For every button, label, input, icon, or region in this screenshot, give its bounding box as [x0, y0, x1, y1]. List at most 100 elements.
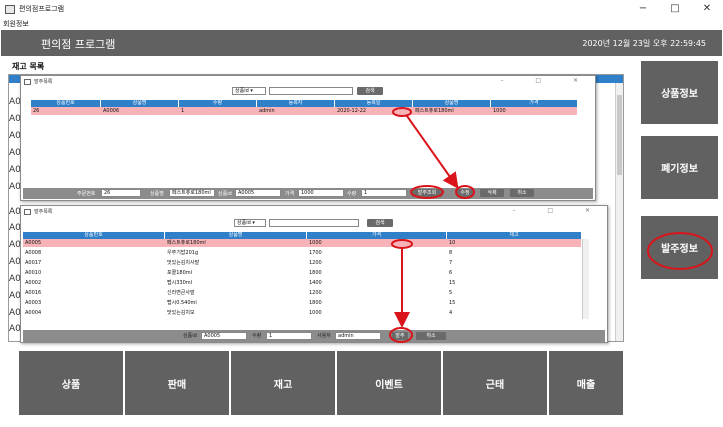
app-name: 편의점 프로그램 [41, 38, 116, 51]
cell: 신라면큰사발 [167, 290, 195, 296]
window-title: 편의점프로그램 [19, 5, 65, 13]
product-table-row[interactable]: A0008 우쭈기밥201g 1700 8 [23, 249, 581, 257]
product-list-titlebar: 발주목록 – □ ✕ [21, 206, 607, 217]
cell: 26 [33, 108, 40, 114]
product-search-input[interactable] [269, 219, 359, 227]
product-table-row[interactable]: A0005 페스트츄로180ml 1000 10 [23, 239, 581, 247]
cell: A0008 [25, 250, 42, 256]
order-list-title: 발주목록 [34, 79, 53, 85]
product-list-title: 발주목록 [34, 209, 53, 215]
product-table-scrollbar[interactable] [582, 239, 589, 319]
col-header: 등록자 [257, 100, 335, 107]
cell: 펩시330ml [167, 280, 193, 286]
qty-label: 수량 [252, 333, 262, 339]
cancel-button[interactable]: 취소 [510, 189, 534, 197]
product-id-label: 상품id [183, 333, 197, 339]
product-table-row[interactable]: A0002 펩시330ml 1400 15 [23, 279, 581, 287]
order-table-header: 상품번호 상품명 수량 등록자 등록일 상품명 가격 [31, 100, 577, 107]
inventory-list-label: 재고 목록 [12, 62, 45, 71]
scrollbar-thumb[interactable] [617, 95, 622, 175]
bottom-button-revenue[interactable]: 매출 [549, 351, 623, 415]
bottom-button-attendance[interactable]: 근태 [443, 351, 547, 415]
minimize-button[interactable]: − [627, 0, 659, 18]
order-button[interactable]: 발주 [392, 332, 408, 340]
product-table-row[interactable]: A0016 신라면큰사발 1200 5 [23, 289, 581, 297]
window-icon [24, 208, 31, 215]
menu-item-member-info[interactable]: 회원정보 [3, 20, 29, 28]
menu-bar: 회원정보 [0, 18, 723, 30]
col-header: 수량 [179, 100, 257, 107]
cell: 8 [449, 250, 453, 256]
product-list-window-controls[interactable]: – □ ✕ [512, 207, 605, 214]
cell: 1400 [309, 280, 322, 286]
product-name-field[interactable]: 페스트츄로180ml [169, 189, 215, 197]
clock-display: 2020년 12월 23일 오후 22:59:45 [582, 39, 706, 48]
product-table-row[interactable]: A0003 펩시0.540ml 1800 15 [23, 299, 581, 307]
product-id-label: 상품id [218, 191, 232, 197]
col-header: 등록일 [335, 100, 413, 107]
cell: A0005 [25, 240, 42, 246]
delete-button[interactable]: 삭제 [480, 189, 504, 197]
app-window-icon [5, 4, 15, 14]
cell: 1000 [493, 108, 506, 114]
cell: 우쭈기밥201g [167, 250, 199, 256]
qty-field[interactable]: 1 [266, 332, 312, 340]
product-table-header: 상품번호 상품명 가격 재고 [23, 232, 581, 239]
cell: 6 [449, 270, 453, 276]
edit-button[interactable]: 수정 [457, 189, 473, 197]
bottom-button-product[interactable]: 상품 [19, 351, 123, 415]
col-header: 가격 [529, 100, 539, 106]
order-no-label: 주문번호 [77, 191, 96, 197]
order-search-select[interactable]: 상품id ▾ [232, 87, 266, 95]
bottom-button-sales[interactable]: 판매 [125, 351, 229, 415]
product-id-field[interactable]: A0005 [201, 332, 247, 340]
order-lookup-button[interactable]: 발주조회 [412, 189, 442, 197]
product-table-row[interactable]: A0004 맛있는김치모 1000 4 [23, 309, 581, 317]
cell: 10 [449, 240, 456, 246]
col-header: 상품명 [101, 100, 179, 107]
qty-label: 수량 [347, 191, 357, 197]
order-no-field[interactable]: 26 [101, 189, 141, 197]
order-search-button[interactable]: 검색 [357, 87, 383, 95]
col-header: 상품명 [413, 100, 491, 107]
order-list-window-controls[interactable]: – □ ✕ [500, 77, 593, 84]
cell: A0010 [25, 270, 42, 276]
cell: 1200 [309, 290, 322, 296]
side-button-disposal-info[interactable]: 폐기정보 [641, 136, 718, 199]
cell: A0016 [25, 290, 42, 296]
product-search-button[interactable]: 검색 [367, 219, 393, 227]
user-field[interactable]: admin [335, 332, 381, 340]
maximize-button[interactable]: □ [659, 0, 691, 18]
order-table-row[interactable]: 26 A0006 1 admin 2020-12-22 페스트츄로180ml 1… [31, 107, 577, 115]
cell: 5 [449, 290, 453, 296]
side-button-order-info[interactable]: 발주정보 [641, 216, 718, 279]
product-search-select[interactable]: 상품id ▾ [234, 219, 266, 227]
cell: A0003 [25, 300, 42, 306]
cell: 2020-12-22 [337, 108, 367, 114]
user-label: 사용자 [317, 333, 331, 339]
cell: 1200 [309, 260, 322, 266]
order-list-titlebar: 발주목록 – □ ✕ [21, 76, 595, 87]
product-name-label: 상품명 [150, 191, 164, 197]
col-header: 상품명 [165, 232, 307, 239]
cell: A0002 [25, 280, 42, 286]
window-titlebar: 편의점프로그램 − □ ✕ [0, 0, 723, 18]
price-field[interactable]: 1000 [298, 189, 344, 197]
product-id-field[interactable]: A0005 [235, 189, 281, 197]
cell: 포콜180ml [167, 270, 193, 276]
app-header: 편의점 프로그램 2020년 12월 23일 오후 22:59:45 [1, 30, 722, 56]
cell: 페스트츄로180ml [415, 108, 454, 114]
product-table-row[interactable]: A0010 포콜180ml 1800 6 [23, 269, 581, 277]
cancel-button[interactable]: 취소 [416, 332, 446, 340]
inventory-scrollbar[interactable] [615, 83, 623, 341]
product-table-row[interactable]: A0017 맛있는김치사발 1200 7 [23, 259, 581, 267]
close-button[interactable]: ✕ [691, 0, 723, 18]
order-search-input[interactable] [269, 87, 353, 95]
bottom-button-inventory[interactable]: 재고 [231, 351, 335, 415]
window-icon [24, 78, 31, 85]
cell: 7 [449, 260, 453, 266]
side-button-product-info[interactable]: 상품정보 [641, 61, 718, 124]
qty-field[interactable]: 1 [361, 189, 407, 197]
cell: admin [259, 108, 275, 114]
bottom-button-event[interactable]: 이벤트 [337, 351, 441, 415]
